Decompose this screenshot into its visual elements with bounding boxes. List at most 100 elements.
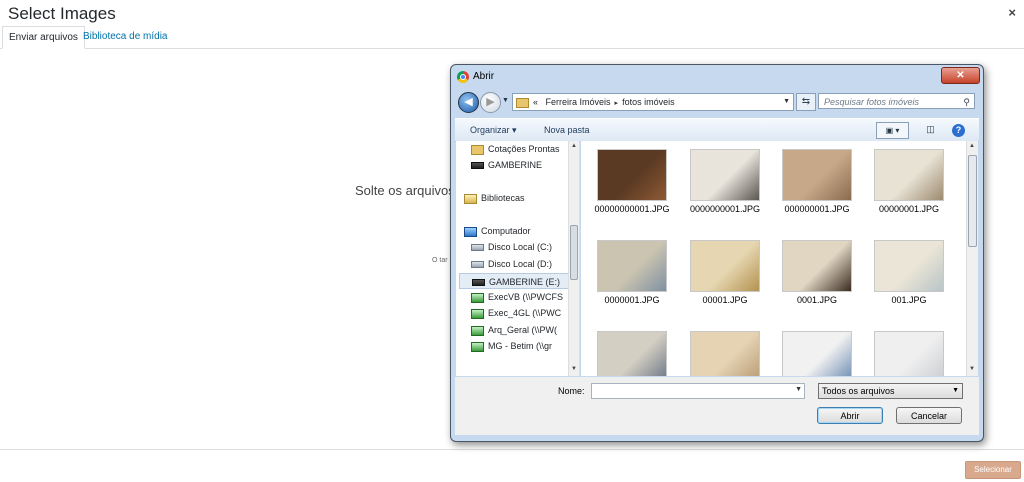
computer-icon — [464, 226, 477, 237]
scroll-up-icon[interactable]: ▲ — [571, 143, 577, 149]
file-thumbnail[interactable] — [690, 331, 760, 376]
nav-item-gamberine-e[interactable]: GAMBERINE (E:) — [459, 273, 569, 289]
tab-upload-files[interactable]: Enviar arquivos — [2, 26, 85, 49]
file-name[interactable]: 000000001.JPG — [767, 204, 867, 214]
folder-icon — [516, 97, 529, 108]
dialog-bottom-area: Nome: ▼ Todos os arquivos ▼ Abrir Cancel… — [455, 377, 979, 435]
file-name[interactable]: 0001.JPG — [767, 295, 867, 305]
file-name[interactable]: 0000000001.JPG — [675, 204, 775, 214]
nav-item-label: GAMBERINE (E:) — [489, 277, 561, 287]
nav-item-exec4gl[interactable]: Exec_4GL (\\PWC — [471, 305, 579, 321]
files-scrollbar-thumb[interactable] — [968, 155, 977, 247]
files-pane: 00000000001.JPG 0000000001.JPG 000000001… — [581, 141, 966, 376]
nav-scrollbar[interactable]: ▲ ▼ — [568, 141, 579, 376]
new-folder-button[interactable]: Nova pasta — [544, 119, 590, 141]
nav-item-label: Arq_Geral (\\PW( — [488, 325, 558, 335]
open-button[interactable]: Abrir — [817, 407, 883, 424]
chevron-down-icon[interactable]: ▼ — [952, 384, 959, 398]
forward-arrow-icon[interactable]: ▶ — [480, 92, 501, 113]
search-input[interactable]: Pesquisar fotos imóveis ⚲ — [818, 93, 975, 109]
organize-menu[interactable]: Organizar ▾ — [470, 119, 517, 141]
filename-dropdown-icon[interactable]: ▼ — [795, 386, 802, 393]
folder-icon — [471, 144, 484, 155]
file-thumbnail[interactable] — [782, 331, 852, 376]
view-options-icon[interactable]: ▣ ▾ — [876, 122, 909, 139]
file-thumbnail[interactable] — [597, 149, 667, 201]
nav-item-arq-geral[interactable]: Arq_Geral (\\PW( — [471, 322, 579, 338]
nav-item-label: MG - Betim (\\gr — [488, 341, 553, 351]
nav-item-disk-d[interactable]: Disco Local (D:) — [471, 256, 579, 272]
file-thumbnail[interactable] — [597, 240, 667, 292]
scroll-down-icon[interactable]: ▼ — [969, 366, 975, 372]
scroll-up-icon[interactable]: ▲ — [969, 143, 975, 149]
file-name[interactable]: 0000001.JPG — [582, 295, 682, 305]
back-arrow-icon[interactable]: ◀ — [458, 92, 479, 113]
dialog-titlebar: Abrir ✕ — [451, 65, 983, 87]
history-dropdown-icon[interactable]: ▼ — [502, 97, 509, 104]
address-row: ◀ ▶ ▼ « Ferreira Imóveis ▸ fotos imóveis ▼… — [455, 91, 979, 113]
nav-item-label: Disco Local (C:) — [488, 242, 553, 252]
file-type-select[interactable]: Todos os arquivos ▼ — [818, 383, 963, 399]
drop-files-text: Solte os arquivos — [355, 183, 455, 198]
file-thumbnail[interactable] — [874, 331, 944, 376]
breadcrumb-separator[interactable]: ▸ — [615, 100, 619, 107]
library-icon — [464, 193, 477, 204]
network-drive-icon — [471, 308, 484, 319]
file-name[interactable]: 001.JPG — [859, 295, 959, 305]
files-scrollbar[interactable]: ▲ ▼ — [966, 141, 978, 376]
nav-item-execvb[interactable]: ExecVB (\\PWCFS — [471, 289, 579, 305]
dialog-title: Abrir — [473, 71, 495, 82]
file-name[interactable]: 00000000001.JPG — [582, 204, 682, 214]
breadcrumb-prefix[interactable]: « — [533, 97, 538, 107]
modal-tabs: Enviar arquivos Biblioteca de mídia — [0, 26, 1024, 49]
filename-label: Nome: — [558, 386, 585, 396]
nav-item-computer[interactable]: Computador — [464, 223, 574, 239]
scroll-down-icon[interactable]: ▼ — [571, 366, 577, 372]
drive-icon — [471, 162, 484, 170]
nav-item-libraries[interactable]: Bibliotecas — [464, 190, 574, 206]
search-icon[interactable]: ⚲ — [963, 94, 970, 110]
file-thumbnail[interactable] — [690, 240, 760, 292]
file-thumbnail[interactable] — [690, 149, 760, 201]
select-button[interactable]: Selecionar — [965, 461, 1021, 479]
cancel-button[interactable]: Cancelar — [896, 407, 962, 424]
nav-item-disk-c[interactable]: Disco Local (C:) — [471, 239, 579, 255]
file-thumbnail[interactable] — [874, 240, 944, 292]
dialog-close-button[interactable]: ✕ — [941, 67, 980, 84]
nav-item-mg-betim[interactable]: MG - Betim (\\gr — [471, 338, 579, 354]
nav-item-cotacoes[interactable]: Cotações Prontas — [471, 141, 579, 157]
nav-scrollbar-thumb[interactable] — [570, 225, 578, 280]
file-thumbnail[interactable] — [782, 240, 852, 292]
open-file-dialog: Abrir ✕ ◀ ▶ ▼ « Ferreira Imóveis ▸ fotos i… — [450, 64, 984, 442]
modal-title: Select Images — [8, 4, 116, 23]
file-thumbnail[interactable] — [782, 149, 852, 201]
address-dropdown-icon[interactable]: ▼ — [783, 94, 790, 110]
network-drive-icon — [471, 341, 484, 352]
nav-item-label: ExecVB (\\PWCFS — [488, 292, 564, 302]
file-thumbnail[interactable] — [597, 331, 667, 376]
file-type-value[interactable]: Todos os arquivos — [822, 386, 895, 396]
network-drive-icon — [471, 292, 484, 303]
breadcrumb-segment-photos[interactable]: fotos imóveis — [622, 97, 675, 107]
preview-pane-icon[interactable]: ◫ — [922, 122, 939, 137]
breadcrumb[interactable]: « Ferreira Imóveis ▸ fotos imóveis ▼ — [512, 93, 794, 111]
help-icon[interactable]: ? — [952, 124, 965, 137]
nav-item-label: Cotações Prontas — [488, 144, 560, 154]
drive-icon — [472, 279, 485, 287]
nav-item-label: Exec_4GL (\\PWC — [488, 308, 562, 318]
close-icon[interactable]: × — [1008, 5, 1016, 20]
refresh-icon[interactable]: ⇆ — [796, 93, 816, 111]
nav-item-label: Disco Local (D:) — [488, 259, 553, 269]
nav-item-label: Computador — [481, 226, 531, 236]
nav-item-label: Bibliotecas — [481, 193, 525, 203]
file-thumbnail[interactable] — [874, 149, 944, 201]
nav-item-label: GAMBERINE — [488, 160, 543, 170]
dialog-toolbar: Organizar ▾ Nova pasta ▣ ▾ ◫ ? — [455, 118, 979, 142]
file-name[interactable]: 00000001.JPG — [859, 204, 959, 214]
breadcrumb-segment-company[interactable]: Ferreira Imóveis — [546, 97, 611, 107]
file-name[interactable]: 00001.JPG — [675, 295, 775, 305]
nav-item-gamberine[interactable]: GAMBERINE — [471, 157, 579, 173]
chrome-icon — [457, 71, 469, 83]
tab-media-library[interactable]: Biblioteca de mídia — [77, 26, 174, 48]
filename-input[interactable]: ▼ — [591, 383, 805, 399]
